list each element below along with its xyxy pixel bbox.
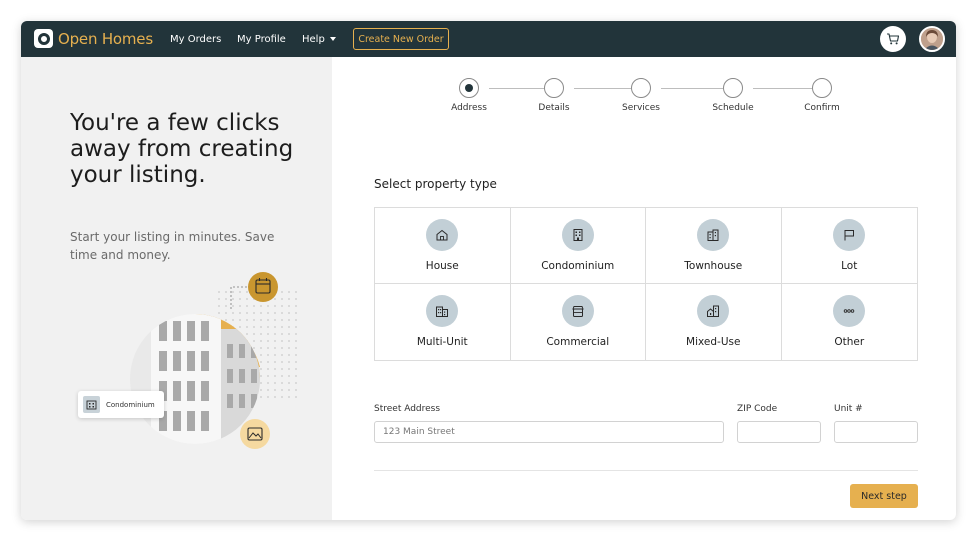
top-navigation-bar: Open Homes My Orders My Profile Help Cre… [21, 21, 956, 57]
step-circle [544, 78, 564, 98]
step-label: Schedule [712, 103, 754, 113]
property-type-grid: House Condominium Townhouse Lot Multi-Un… [374, 207, 918, 361]
cart-button[interactable] [880, 26, 906, 52]
property-option-multi-unit[interactable]: Multi-Unit [375, 284, 511, 360]
step-schedule[interactable]: Schedule [703, 78, 763, 113]
brand[interactable]: Open Homes [34, 29, 153, 48]
townhouse-icon [697, 219, 730, 251]
nav-help-dropdown[interactable]: Help [302, 21, 336, 57]
house-icon [426, 219, 459, 251]
nav-help-label: Help [302, 33, 325, 45]
property-option-other[interactable]: Other [782, 284, 918, 360]
property-option-mixed-use[interactable]: Mixed-Use [646, 284, 782, 360]
step-circle [723, 78, 743, 98]
property-type-heading: Select property type [374, 177, 497, 191]
lot-flag-icon [833, 219, 866, 251]
step-circle-active [459, 78, 479, 98]
logo-icon [34, 29, 53, 48]
unit-number-label: Unit # [834, 404, 863, 414]
step-label: Address [451, 103, 487, 113]
property-option-label: Multi-Unit [416, 336, 468, 348]
step-details[interactable]: Details [524, 78, 584, 113]
property-option-condominium[interactable]: Condominium [510, 208, 646, 284]
next-step-button[interactable]: Next step [850, 484, 918, 508]
step-services[interactable]: Services [611, 78, 671, 113]
step-address[interactable]: Address [439, 78, 499, 113]
promo-headline: You're a few clicks away from creating y… [70, 110, 294, 188]
step-label: Services [622, 103, 660, 113]
multi-unit-icon [426, 295, 459, 327]
condominium-badge: Condominium [78, 391, 164, 418]
property-option-label: Condominium [541, 260, 615, 272]
property-option-label: House [425, 260, 459, 272]
brand-name: Open Homes [58, 29, 153, 48]
more-dots-icon [833, 295, 866, 327]
promo-subtext: Start your listing in minutes. Save time… [70, 230, 275, 262]
street-address-label: Street Address [374, 404, 441, 414]
property-option-label: Townhouse [684, 260, 743, 272]
mixed-use-icon [697, 295, 730, 327]
cart-icon [887, 33, 900, 45]
step-label: Confirm [804, 103, 840, 113]
zip-code-label: ZIP Code [737, 404, 778, 414]
condominium-icon [561, 219, 594, 251]
progress-stepper: Address Details Services Schedule Confir… [435, 78, 855, 118]
nav-my-orders[interactable]: My Orders [170, 21, 221, 57]
zip-code-input[interactable] [737, 421, 821, 443]
building-icon [83, 396, 100, 413]
building-illustration [126, 272, 301, 449]
unit-number-input[interactable] [834, 421, 918, 443]
create-new-order-button[interactable]: Create New Order [353, 28, 449, 50]
commercial-store-icon [561, 295, 594, 327]
step-label: Details [538, 103, 570, 113]
user-avatar[interactable] [919, 26, 945, 52]
property-option-label: Commercial [546, 336, 610, 348]
step-confirm[interactable]: Confirm [792, 78, 852, 113]
step-circle [812, 78, 832, 98]
property-option-house[interactable]: House [375, 208, 511, 284]
condominium-badge-label: Condominium [106, 400, 155, 409]
avatar-image [921, 28, 943, 50]
app-window: Open Homes My Orders My Profile Help Cre… [21, 21, 956, 520]
form-divider [374, 470, 918, 471]
street-address-input[interactable] [374, 421, 724, 443]
property-option-label: Mixed-Use [686, 336, 741, 348]
step-circle [631, 78, 651, 98]
nav-my-profile[interactable]: My Profile [237, 21, 286, 57]
property-option-townhouse[interactable]: Townhouse [646, 208, 782, 284]
property-option-commercial[interactable]: Commercial [511, 284, 646, 360]
property-option-label: Lot [841, 260, 858, 272]
chevron-down-icon [329, 37, 336, 41]
property-option-label: Other [834, 336, 865, 348]
property-option-lot[interactable]: Lot [781, 208, 917, 284]
